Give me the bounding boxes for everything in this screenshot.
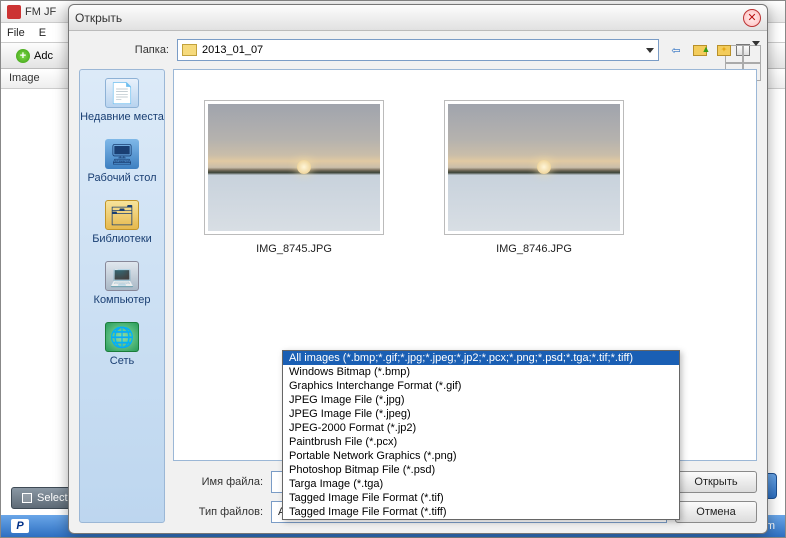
filetype-option[interactable]: Portable Network Graphics (*.png)	[283, 449, 679, 463]
filetype-option[interactable]: Tagged Image File Format (*.tif)	[283, 491, 679, 505]
menu-edit[interactable]: E	[39, 27, 46, 39]
place-libraries[interactable]: 🗂 Библиотеки	[92, 200, 152, 245]
filename-label: Имя файла:	[173, 476, 263, 488]
place-network[interactable]: 🌐 Сеть	[105, 322, 139, 367]
up-icon[interactable]: ▲	[691, 41, 709, 59]
place-desktop-label: Рабочий стол	[87, 172, 156, 184]
app-title: FM JF	[25, 6, 56, 18]
menu-file[interactable]: File	[7, 27, 25, 39]
place-computer-label: Компьютер	[94, 294, 151, 306]
back-icon[interactable]: ⇦	[667, 41, 685, 59]
filetype-option[interactable]: JPEG Image File (*.jpg)	[283, 393, 679, 407]
file-thumb[interactable]: IMG_8746.JPG	[444, 100, 624, 255]
thumb-name: IMG_8746.JPG	[496, 243, 572, 255]
place-libraries-label: Библиотеки	[92, 233, 152, 245]
app-icon	[7, 5, 21, 19]
folder-combo[interactable]: 2013_01_07	[177, 39, 659, 61]
network-icon: 🌐	[105, 322, 139, 352]
folder-label: Папка:	[79, 44, 169, 56]
folder-name: 2013_01_07	[202, 44, 263, 56]
place-recent[interactable]: 📄 Недавние места	[80, 78, 164, 123]
dialog-open-button[interactable]: Открыть	[675, 471, 757, 493]
plus-icon: +	[16, 49, 30, 63]
chevron-down-icon	[646, 48, 654, 53]
close-button[interactable]: ✕	[743, 9, 761, 27]
filetype-option[interactable]: Photoshop Bitmap File (*.psd)	[283, 463, 679, 477]
places-bar: 📄 Недавние места 🖥 Рабочий стол 🗂 Библиотек…	[79, 69, 165, 523]
paypal-icon[interactable]: P	[11, 519, 29, 533]
dialog-cancel-button[interactable]: Отмена	[675, 501, 757, 523]
filetype-option[interactable]: All images (*.bmp;*.gif;*.jpg;*.jpeg;*.j…	[283, 351, 679, 365]
dialog-nav-row: Папка: 2013_01_07 ⇦ ▲ ✦	[69, 31, 767, 69]
recent-icon: 📄	[105, 78, 139, 108]
nav-icons: ⇦ ▲ ✦	[667, 41, 757, 59]
filetype-dropdown[interactable]: All images (*.bmp;*.gif;*.jpg;*.jpeg;*.j…	[282, 350, 680, 520]
dialog-title: Открыть	[75, 11, 122, 25]
computer-icon: 💻	[105, 261, 139, 291]
filetype-option[interactable]: Windows Bitmap (*.bmp)	[283, 365, 679, 379]
place-computer[interactable]: 💻 Компьютер	[94, 261, 151, 306]
add-button[interactable]: + Adc	[9, 46, 60, 66]
file-thumb[interactable]: IMG_8745.JPG	[204, 100, 384, 255]
filetype-option[interactable]: JPEG-2000 Format (*.jp2)	[283, 421, 679, 435]
filetype-option[interactable]: Tagged Image File Format (*.tiff)	[283, 505, 679, 519]
new-folder-icon[interactable]: ✦	[715, 41, 733, 59]
view-menu-icon[interactable]	[739, 41, 757, 59]
place-desktop[interactable]: 🖥 Рабочий стол	[87, 139, 156, 184]
place-recent-label: Недавние места	[80, 111, 164, 123]
filetype-option[interactable]: Paintbrush File (*.pcx)	[283, 435, 679, 449]
filetype-option[interactable]: Targa Image (*.tga)	[283, 477, 679, 491]
filetype-label: Тип файлов:	[173, 506, 263, 518]
check-icon	[22, 493, 32, 503]
add-label: Adc	[34, 50, 53, 62]
libraries-icon: 🗂	[105, 200, 139, 230]
thumb-name: IMG_8745.JPG	[256, 243, 332, 255]
dialog-titlebar: Открыть ✕	[69, 5, 767, 31]
thumb-image	[444, 100, 624, 235]
filetype-option[interactable]: Graphics Interchange Format (*.gif)	[283, 379, 679, 393]
thumb-image	[204, 100, 384, 235]
filetype-option[interactable]: JPEG Image File (*.jpeg)	[283, 407, 679, 421]
desktop-icon: 🖥	[105, 139, 139, 169]
place-network-label: Сеть	[110, 355, 134, 367]
folder-icon	[182, 44, 197, 56]
